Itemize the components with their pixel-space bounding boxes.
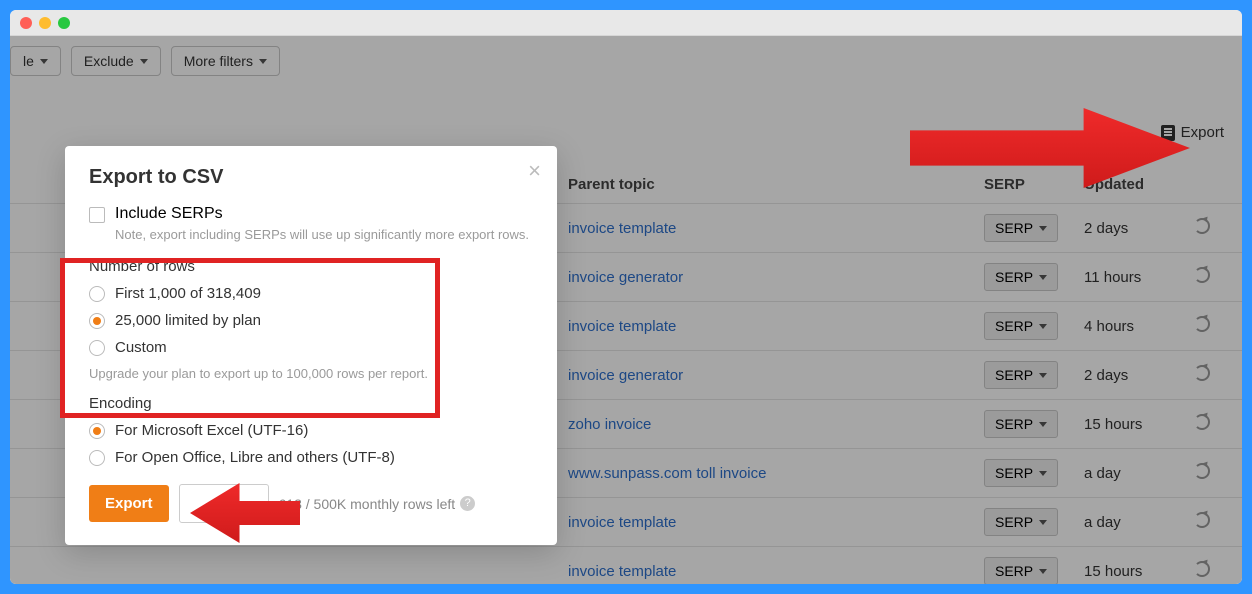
parent-topic-link[interactable]: zoho invoice	[568, 416, 984, 433]
app-content: le Exclude More filters Export	[10, 36, 1242, 584]
radio-icon	[89, 450, 105, 466]
refresh-icon[interactable]	[1194, 218, 1210, 234]
updated-value: 15 hours	[1084, 416, 1194, 433]
export-modal: × Export to CSV Include SERPs Note, expo…	[65, 146, 557, 545]
rows-opt-first[interactable]: First 1,000 of 318,409	[89, 285, 533, 302]
serp-button[interactable]: SERP	[984, 410, 1058, 438]
radio-icon	[89, 340, 105, 356]
checkbox-icon	[89, 207, 105, 223]
rows-opt-first-label: First 1,000 of 318,409	[115, 285, 261, 302]
rows-left: 613 / 500K monthly rows left ?	[279, 496, 476, 512]
rows-opt-custom[interactable]: Custom	[89, 339, 533, 356]
maximize-window-icon[interactable]	[58, 17, 70, 29]
rows-section-title: Number of rows	[89, 258, 533, 275]
refresh-icon[interactable]	[1194, 365, 1210, 381]
include-serps-note: Note, export including SERPs will use up…	[115, 227, 533, 242]
chevron-down-icon	[1039, 373, 1047, 378]
app-window: le Exclude More filters Export	[10, 10, 1242, 584]
chevron-down-icon	[40, 59, 48, 64]
annotation-arrow-icon	[190, 483, 300, 543]
updated-value: 2 days	[1084, 367, 1194, 384]
encoding-opt-utf16-label: For Microsoft Excel (UTF-16)	[115, 422, 308, 439]
refresh-icon[interactable]	[1194, 561, 1210, 577]
parent-topic-link[interactable]: invoice generator	[568, 367, 984, 384]
chevron-down-icon	[1039, 569, 1047, 574]
parent-topic-link[interactable]: invoice template	[568, 318, 984, 335]
chevron-down-icon	[1039, 422, 1047, 427]
close-icon[interactable]: ×	[528, 160, 541, 182]
minimize-window-icon[interactable]	[39, 17, 51, 29]
updated-value: a day	[1084, 465, 1194, 482]
modal-footer: Export 613 / 500K monthly rows left ?	[89, 484, 533, 523]
updated-value: 15 hours	[1084, 563, 1194, 580]
table-row: invoice template SERP 15 hours	[10, 547, 1242, 584]
filter-partial-button[interactable]: le	[10, 46, 61, 76]
export-button[interactable]: Export	[89, 485, 169, 522]
encoding-opt-utf8[interactable]: For Open Office, Libre and others (UTF-8…	[89, 449, 533, 466]
rows-section: Number of rows First 1,000 of 318,409 25…	[89, 258, 533, 381]
chevron-down-icon	[1039, 324, 1047, 329]
parent-topic-link[interactable]: invoice template	[568, 514, 984, 531]
chevron-down-icon	[1039, 226, 1047, 231]
serp-button[interactable]: SERP	[984, 263, 1058, 291]
chevron-down-icon	[1039, 471, 1047, 476]
filter-more-button[interactable]: More filters	[171, 46, 280, 76]
parent-topic-link[interactable]: www.sunpass.com toll invoice	[568, 465, 984, 482]
chevron-down-icon	[140, 59, 148, 64]
refresh-icon[interactable]	[1194, 414, 1210, 430]
radio-icon	[89, 286, 105, 302]
serp-button[interactable]: SERP	[984, 312, 1058, 340]
encoding-opt-utf8-label: For Open Office, Libre and others (UTF-8…	[115, 449, 395, 466]
rows-opt-custom-label: Custom	[115, 339, 167, 356]
serp-button[interactable]: SERP	[984, 361, 1058, 389]
window-titlebar	[10, 10, 1242, 36]
upgrade-note: Upgrade your plan to export up to 100,00…	[89, 366, 533, 381]
filter-exclude-button[interactable]: Exclude	[71, 46, 161, 76]
encoding-section-title: Encoding	[89, 395, 533, 412]
filter-partial-label: le	[23, 53, 34, 69]
refresh-icon[interactable]	[1194, 267, 1210, 283]
updated-value: 2 days	[1084, 220, 1194, 237]
rows-opt-limited[interactable]: 25,000 limited by plan	[89, 312, 533, 329]
filters-bar: le Exclude More filters	[10, 36, 1242, 84]
serp-button[interactable]: SERP	[984, 459, 1058, 487]
parent-topic-link[interactable]: invoice template	[568, 563, 984, 580]
refresh-icon[interactable]	[1194, 512, 1210, 528]
radio-icon	[89, 423, 105, 439]
serp-button[interactable]: SERP	[984, 508, 1058, 536]
close-window-icon[interactable]	[20, 17, 32, 29]
include-serps-checkbox[interactable]: Include SERPs	[89, 205, 533, 223]
encoding-section: Encoding For Microsoft Excel (UTF-16) Fo…	[89, 395, 533, 466]
filter-more-label: More filters	[184, 53, 253, 69]
serp-button[interactable]: SERP	[984, 214, 1058, 242]
filter-exclude-label: Exclude	[84, 53, 134, 69]
include-serps-label: Include SERPs	[115, 205, 223, 223]
modal-title: Export to CSV	[89, 166, 533, 189]
chevron-down-icon	[1039, 520, 1047, 525]
radio-icon	[89, 313, 105, 329]
refresh-icon[interactable]	[1194, 316, 1210, 332]
refresh-icon[interactable]	[1194, 463, 1210, 479]
updated-value: 11 hours	[1084, 269, 1194, 286]
annotation-arrow-icon	[910, 108, 1190, 188]
updated-value: a day	[1084, 514, 1194, 531]
help-icon[interactable]: ?	[460, 496, 475, 511]
chevron-down-icon	[259, 59, 267, 64]
serp-button[interactable]: SERP	[984, 557, 1058, 584]
rows-opt-limited-label: 25,000 limited by plan	[115, 312, 261, 329]
updated-value: 4 hours	[1084, 318, 1194, 335]
parent-topic-link[interactable]: invoice template	[568, 220, 984, 237]
parent-topic-link[interactable]: invoice generator	[568, 269, 984, 286]
chevron-down-icon	[1039, 275, 1047, 280]
rows-left-text: 613 / 500K monthly rows left	[279, 496, 456, 512]
encoding-opt-utf16[interactable]: For Microsoft Excel (UTF-16)	[89, 422, 533, 439]
